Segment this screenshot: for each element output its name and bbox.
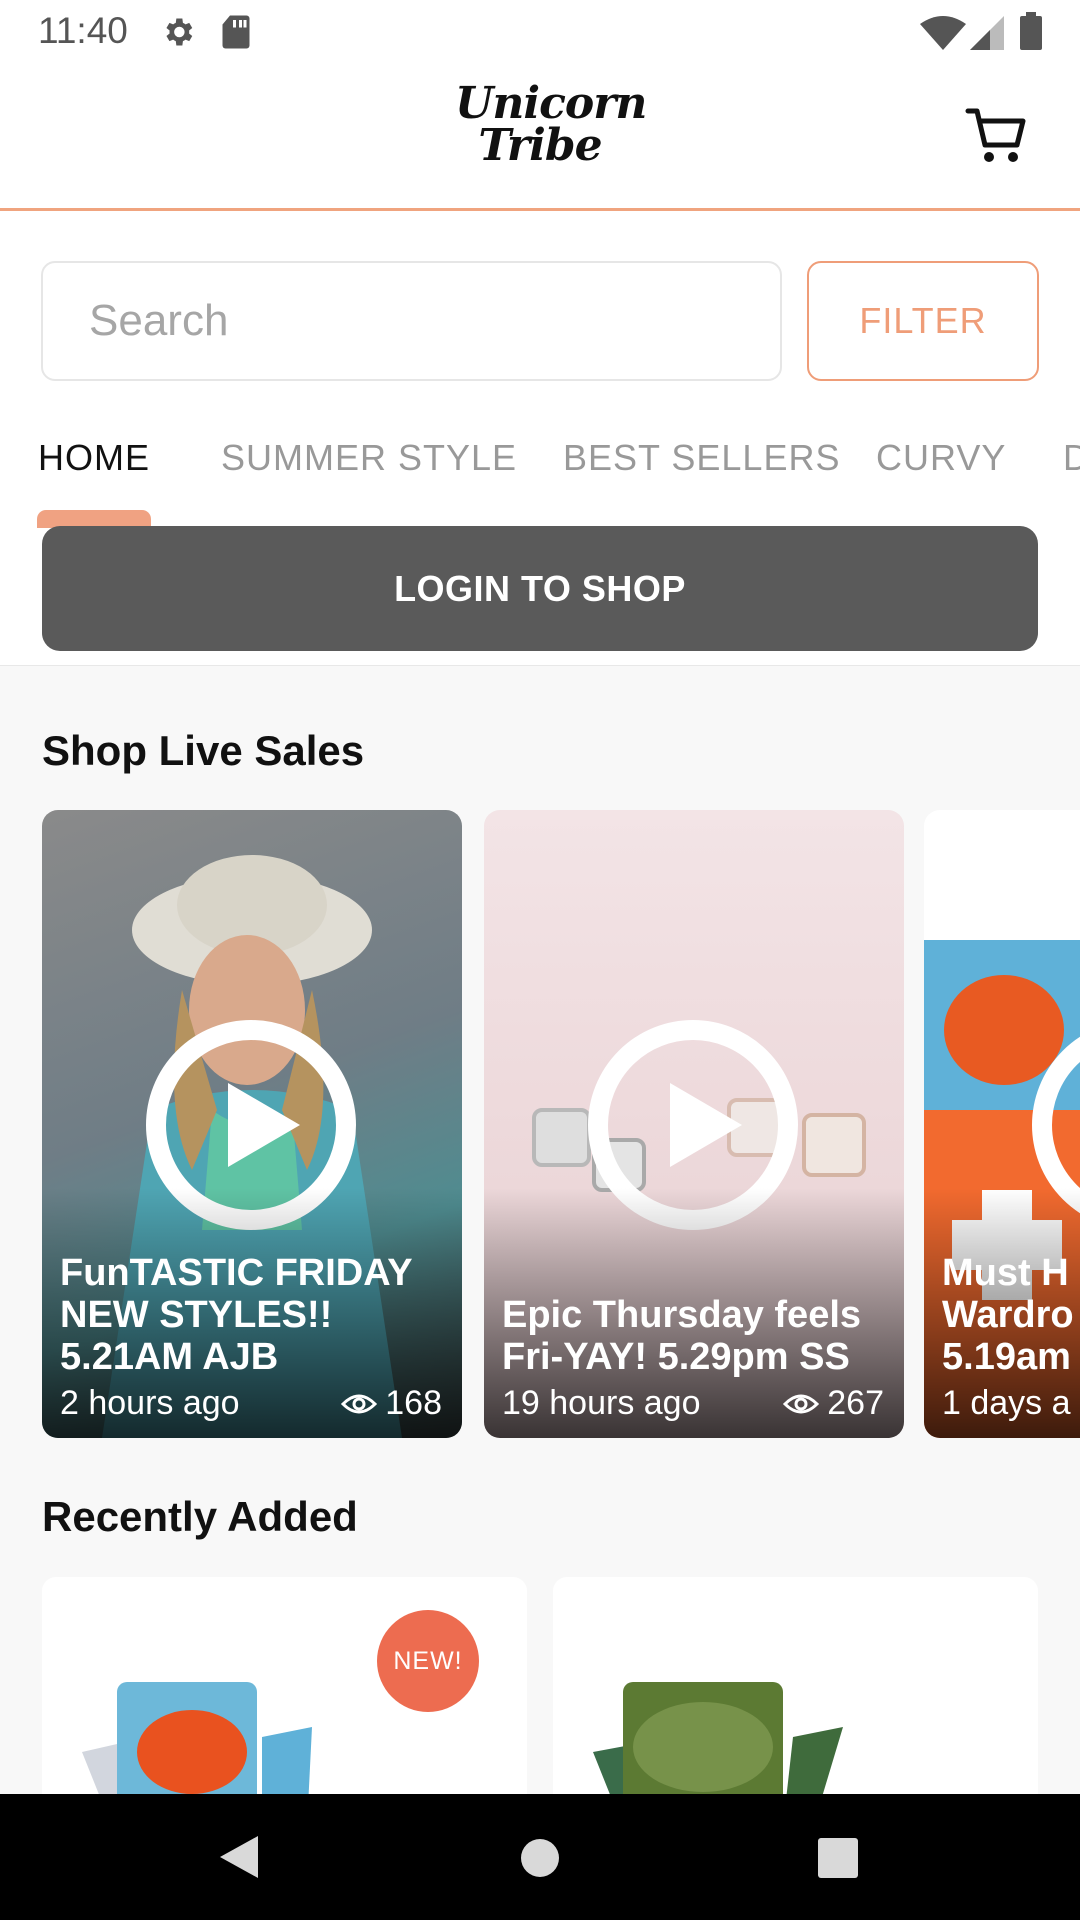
system-navigation-bar (0, 1794, 1080, 1920)
recently-added-title: Recently Added (42, 1493, 358, 1540)
views-count: 267 (827, 1384, 884, 1422)
new-badge: NEW! (377, 1610, 479, 1712)
tab-best-sellers[interactable]: BEST SELLERS (563, 437, 840, 479)
brand-logo[interactable]: Unicorn Tribe (455, 78, 647, 171)
live-sale-views: 168 (341, 1384, 442, 1423)
eye-icon (783, 1394, 820, 1413)
product-card[interactable]: NEW! (42, 1577, 527, 1827)
status-time: 11:40 (38, 10, 128, 51)
cart-icon[interactable] (965, 103, 1027, 165)
tab-curvy[interactable]: CURVY (876, 437, 1006, 479)
app-header: Unicorn Tribe (0, 63, 1080, 211)
live-sale-card[interactable]: FunTASTIC FRIDAY NEW STYLES!! 5.21AM AJB… (42, 810, 462, 1438)
back-icon[interactable] (218, 1834, 260, 1880)
tab-home[interactable]: HOME (38, 437, 150, 479)
sd-card-icon (222, 15, 250, 49)
live-sale-title: FunTASTIC FRIDAY NEW STYLES!! 5.21AM AJB (60, 1252, 412, 1378)
live-sale-title: Epic Thursday feels Fri-YAY! 5.29pm SS (502, 1294, 862, 1378)
live-sale-time: 19 hours ago (502, 1384, 701, 1422)
live-sale-time: 1 days a (942, 1384, 1071, 1422)
views-count: 168 (385, 1384, 442, 1422)
filter-button[interactable]: FILTER (807, 261, 1039, 381)
settings-icon (166, 18, 193, 46)
login-to-shop-button[interactable]: LOGIN TO SHOP (42, 526, 1038, 651)
live-sale-card[interactable]: Epic Thursday feels Fri-YAY! 5.29pm SS 1… (484, 810, 904, 1438)
live-sale-views: 267 (783, 1384, 884, 1423)
signal-icon (970, 16, 1004, 50)
wifi-icon (920, 16, 966, 50)
tab-more[interactable]: D (1063, 437, 1080, 479)
live-sale-title: Must H Wardro 5.19am (942, 1252, 1074, 1378)
logo-line-2: Tribe (478, 120, 602, 171)
tab-summer-style[interactable]: SUMMER STYLE (221, 437, 517, 479)
battery-icon (1020, 12, 1042, 50)
logo-line-1: Unicorn (455, 78, 647, 129)
home-icon[interactable] (520, 1838, 560, 1878)
live-sale-card[interactable]: Must H Wardro 5.19am 1 days a (924, 810, 1080, 1438)
status-bar: 11:40 (0, 0, 1080, 63)
eye-icon (341, 1394, 378, 1413)
recents-icon[interactable] (818, 1838, 858, 1878)
search-input[interactable]: Search (41, 261, 782, 381)
product-image (593, 1682, 843, 1827)
product-card[interactable] (553, 1577, 1038, 1827)
live-sale-time: 2 hours ago (60, 1384, 240, 1422)
live-sales-title: Shop Live Sales (42, 727, 365, 774)
